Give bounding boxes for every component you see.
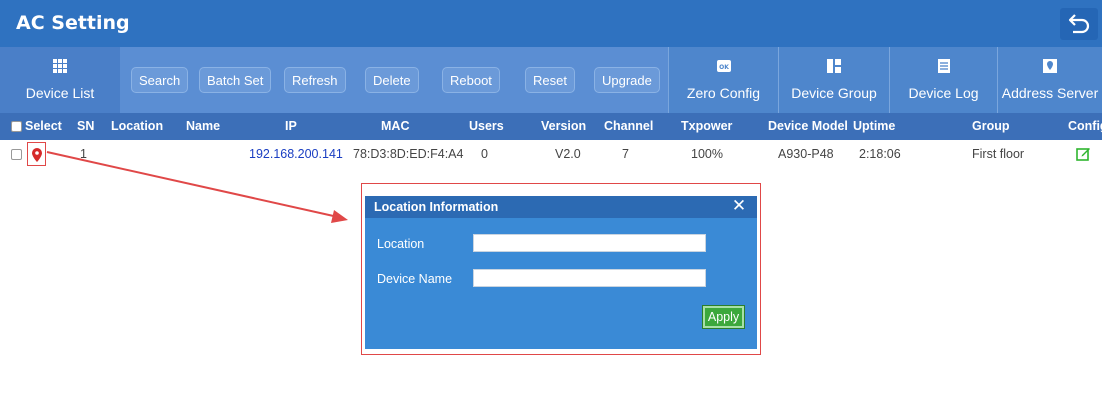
location-label: Location (377, 237, 425, 251)
location-input[interactable] (473, 234, 706, 252)
device-name-input[interactable] (473, 269, 706, 287)
close-icon[interactable]: ✕ (731, 197, 747, 214)
device-name-label: Device Name (377, 272, 453, 286)
dialog-title: Location Information (374, 200, 499, 214)
location-information-dialog: Location Information ✕ Location Device N… (365, 196, 757, 349)
dialog-header: Location Information ✕ (365, 196, 757, 218)
apply-button[interactable]: Apply (702, 305, 745, 329)
ac-setting-app: AC Setting Device List Search Batch Set … (0, 0, 1102, 399)
